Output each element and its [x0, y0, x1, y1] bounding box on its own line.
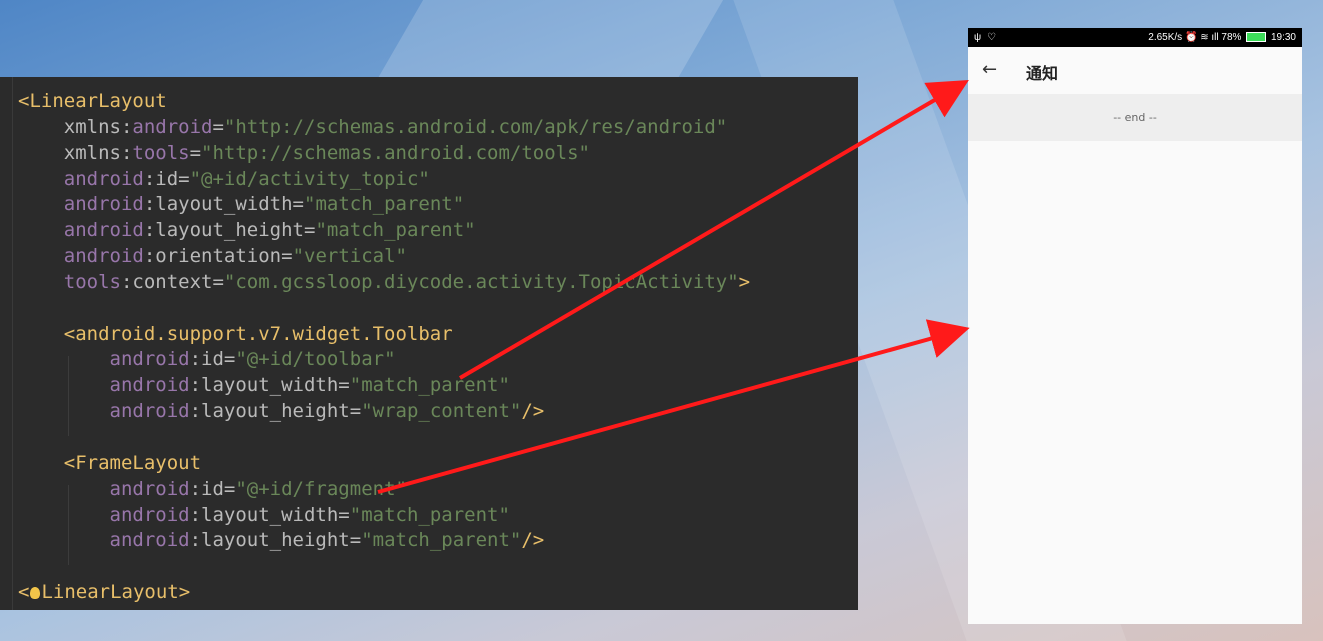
- arrow-toolbar: [458, 79, 969, 380]
- annotation-arrows: [377, 79, 970, 494]
- arrow-framelayout: [377, 319, 970, 494]
